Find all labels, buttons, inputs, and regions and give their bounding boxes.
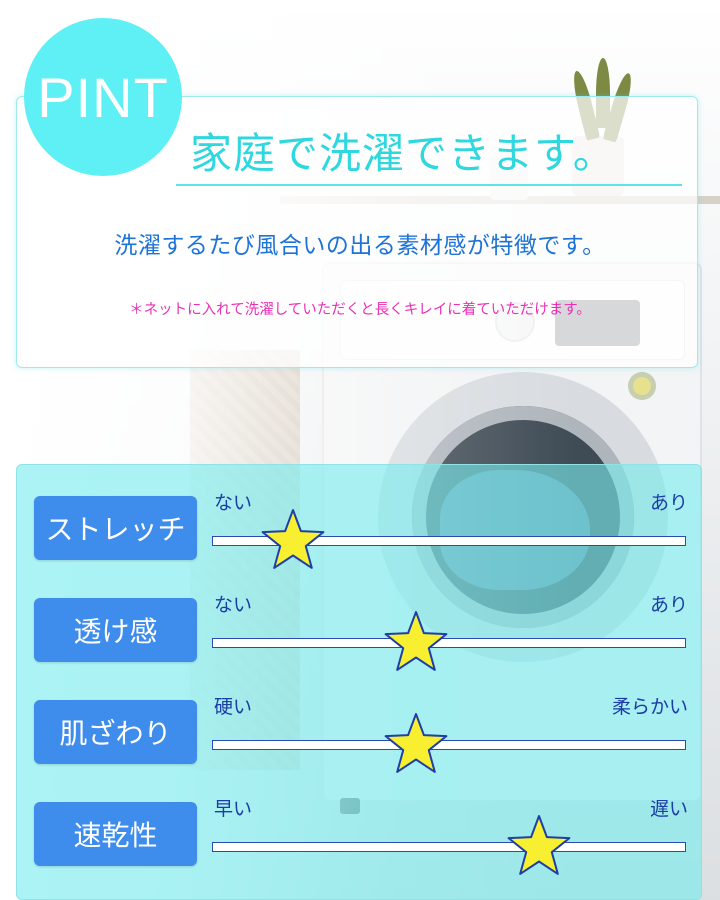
rating-label: ストレッチ xyxy=(34,496,197,560)
rating-label: 速乾性 xyxy=(34,802,197,866)
star-icon xyxy=(261,509,324,569)
title-underline xyxy=(176,184,682,186)
product-feature-page: PINT 家庭で洗濯できます。 洗濯するたび風合いの出る素材感が特徴です。 ＊ネ… xyxy=(0,0,720,900)
star-icon xyxy=(384,611,448,671)
page-title: 家庭で洗濯できます。 xyxy=(190,129,616,178)
point-badge: PINT xyxy=(24,18,182,176)
rating-track xyxy=(212,740,686,750)
scale-max-label: 遅い xyxy=(649,798,688,820)
rating-row: 速乾性 早い 遅い xyxy=(0,792,720,892)
scale-min-label: ない xyxy=(214,492,253,514)
rating-label: 透け感 xyxy=(34,598,197,662)
care-note: ＊ネットに入れて洗濯していただくと長くキレイに着ていただけます。 xyxy=(129,302,591,318)
rating-track xyxy=(212,638,686,648)
scale-min-label: ない xyxy=(214,594,253,616)
star-icon xyxy=(384,713,448,773)
feature-description: 洗濯するたび風合いの出る素材感が特徴です。 xyxy=(114,233,606,259)
scale-max-label: あり xyxy=(649,492,688,514)
rating-row: 透け感 ない あり xyxy=(0,588,720,688)
rating-track xyxy=(212,842,686,852)
scale-min-label: 早い xyxy=(214,798,253,820)
scale-max-label: あり xyxy=(649,594,688,616)
scale-max-label: 柔らかい xyxy=(611,696,688,718)
rating-row: ストレッチ ない あり xyxy=(0,486,720,586)
scale-min-label: 硬い xyxy=(214,696,253,718)
point-badge-text: PINT xyxy=(37,65,169,129)
rating-row: 肌ざわり 硬い 柔らかい xyxy=(0,690,720,790)
rating-label: 肌ざわり xyxy=(34,700,197,764)
star-icon xyxy=(507,815,571,875)
